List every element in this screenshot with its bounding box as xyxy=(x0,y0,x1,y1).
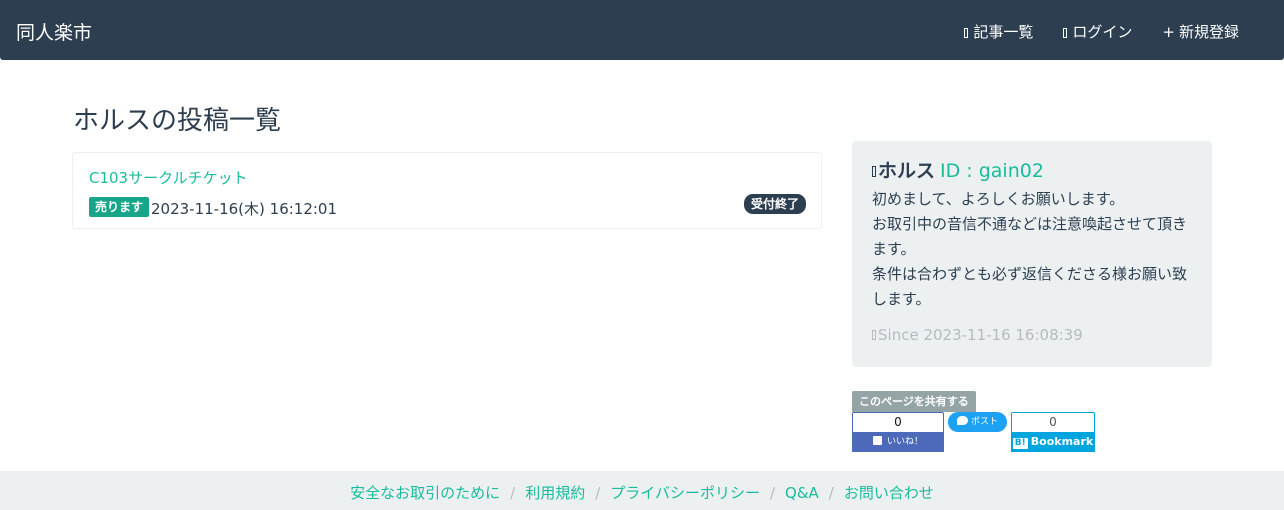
post-date: 2023-11-16(木) 16:12:01 xyxy=(151,200,338,218)
hatena-bookmark-widget[interactable]: 0 B! Bookmark xyxy=(1011,412,1095,452)
nav-link-register[interactable]: + 新規登録 xyxy=(1162,21,1239,42)
sell-badge: 売ります xyxy=(89,197,150,217)
footer-link-privacy[interactable]: プライバシーポリシー xyxy=(610,484,760,502)
share-label: このページを共有する xyxy=(852,391,976,412)
brand-logo-link[interactable]: 同人楽市 xyxy=(16,18,92,45)
nav-links: 記事一覧 ログイン + 新規登録 xyxy=(934,21,1239,42)
hatena-bookmark-label: Bookmark xyxy=(1030,435,1094,448)
profile-bio-line: 初めまして、よろしくお願いします。 xyxy=(872,190,1125,208)
twitter-share-label: ポスト xyxy=(970,417,998,427)
footer-separator: / xyxy=(828,484,834,502)
twitter-bird-icon xyxy=(956,416,968,425)
profile-bio-line: 条件は合わずとも必ず返信くださる様お願い致 xyxy=(872,265,1188,283)
plus-icon: + xyxy=(1162,22,1175,41)
nav-link-login-label: ログイン xyxy=(1072,23,1133,41)
post-title-link[interactable]: C103サークルチケット xyxy=(89,167,248,188)
profile-header: ホルス ID : gain02 xyxy=(872,159,1192,183)
profile-bio: 初めまして、よろしくお願いします。 お取引中の音信不通などは注意喚起させて頂き … xyxy=(872,187,1192,312)
user-icon xyxy=(872,166,876,177)
profile-since: Since 2023-11-16 16:08:39 xyxy=(872,326,1192,344)
nav-link-articles[interactable]: 記事一覧 xyxy=(964,21,1033,42)
footer-link-safety[interactable]: 安全なお取引のために xyxy=(350,484,500,502)
thumbs-up-icon xyxy=(872,436,882,445)
profile-id: ID : gain02 xyxy=(940,160,1044,182)
hatena-logo-icon: B! xyxy=(1012,438,1028,449)
footer-separator: / xyxy=(510,484,516,502)
login-icon xyxy=(1063,27,1068,38)
twitter-share-button[interactable]: ポスト xyxy=(948,412,1007,432)
footer-links: 安全なお取引のために / 利用規約 / プライバシーポリシー / Q&A / お問い合わせ xyxy=(0,482,1284,503)
hatena-bookmark-count: 0 xyxy=(1011,412,1095,432)
profile-bio-line: します。 xyxy=(872,290,931,308)
nav-link-articles-label: 記事一覧 xyxy=(973,23,1034,41)
nav-link-login[interactable]: ログイン xyxy=(1063,21,1132,42)
clock-icon xyxy=(872,330,876,340)
footer: 安全なお取引のために / 利用規約 / プライバシーポリシー / Q&A / お問い合わせ xyxy=(0,471,1284,510)
profile-name: ホルス xyxy=(878,160,936,182)
footer-link-qa[interactable]: Q&A xyxy=(785,484,819,502)
facebook-like-button[interactable]: いいね！ xyxy=(852,432,944,452)
footer-link-terms[interactable]: 利用規約 xyxy=(525,484,585,502)
profile-panel: ホルス ID : gain02 初めまして、よろしくお願いします。 お取引中の音… xyxy=(852,141,1212,367)
profile-bio-line: お取引中の音信不通などは注意喚起させて頂き xyxy=(872,215,1188,233)
footer-link-contact[interactable]: お問い合わせ xyxy=(844,484,934,502)
post-card: C103サークルチケット 売ります 2023-11-16(木) 16:12:01… xyxy=(72,152,822,229)
facebook-like-widget[interactable]: 0 いいね！ xyxy=(852,412,944,452)
facebook-like-label: いいね！ xyxy=(886,437,923,447)
navbar: 同人楽市 記事一覧 ログイン + 新規登録 xyxy=(0,0,1284,60)
footer-separator: / xyxy=(595,484,601,502)
list-icon xyxy=(964,27,969,38)
profile-bio-line: ます。 xyxy=(872,240,916,258)
hatena-bookmark-button[interactable]: B! Bookmark xyxy=(1011,432,1095,452)
footer-separator: / xyxy=(769,484,776,502)
nav-link-register-label: 新規登録 xyxy=(1178,23,1239,41)
page-title: ホルスの投稿一覧 xyxy=(73,106,282,136)
status-badge: 受付終了 xyxy=(743,194,806,214)
profile-since-text: Since 2023-11-16 16:08:39 xyxy=(878,326,1083,344)
facebook-like-count: 0 xyxy=(852,412,944,432)
